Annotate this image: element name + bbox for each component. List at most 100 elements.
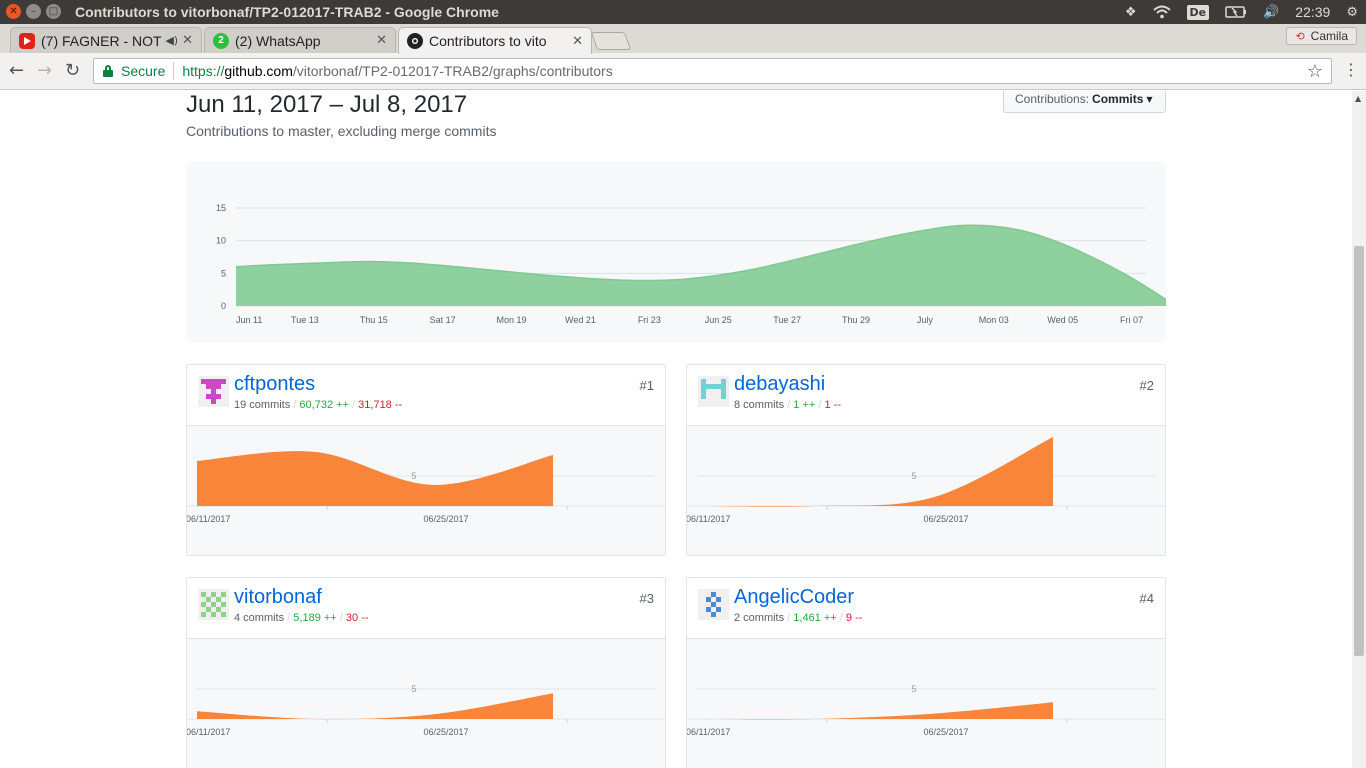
x-tick-label: Mon 03 [979, 315, 1009, 325]
window-maximize-button[interactable]: □ [46, 4, 61, 19]
identicon-cell [206, 607, 211, 612]
clock[interactable]: 22:39 [1295, 4, 1330, 20]
avatar[interactable] [698, 376, 729, 407]
back-arrow-icon[interactable]: ← [9, 59, 24, 83]
volume-icon[interactable]: 🔊 [1263, 5, 1279, 20]
wifi-icon[interactable] [1152, 5, 1171, 19]
forward-arrow-icon[interactable]: → [37, 59, 52, 83]
x-tick-label: 06/25/2017 [423, 727, 468, 737]
x-tick-label: Tue 27 [773, 315, 801, 325]
x-tick-label: 06/11/2017 [687, 514, 730, 524]
x-tick-label: Mon 19 [497, 315, 527, 325]
lock-icon [103, 65, 113, 77]
x-tick-label: Sat 17 [430, 315, 456, 325]
contributor-graph-svg: 5 06/11/2017 06/25/2017 [687, 437, 1165, 524]
settings-gear-icon[interactable]: ⚙ [1346, 5, 1358, 20]
identicon-cell [206, 394, 211, 399]
contributor-card-header: AngelicCoder 2 commits / 1,461 ++ / 9 --… [687, 578, 1165, 639]
commit-count[interactable]: 19 commits [234, 399, 290, 411]
avatar[interactable] [698, 589, 729, 620]
additions-count: 5,189 ++ [293, 612, 337, 624]
url-host: github.com [224, 63, 293, 79]
security-indicator[interactable]: Secure [121, 63, 165, 79]
commits-area [236, 225, 1166, 306]
identicon-cell [216, 394, 221, 399]
x-tick-label: Thu 15 [360, 315, 388, 325]
page-scrollbar[interactable]: ▲ [1352, 91, 1366, 768]
tab-close-icon[interactable]: ✕ [182, 33, 193, 48]
address-bar[interactable]: Secure https://github.com/vitorbonaf/TP2… [93, 58, 1332, 84]
commit-count[interactable]: 4 commits [234, 612, 284, 624]
speaker-icon[interactable]: ◀) [165, 34, 178, 47]
identicon [706, 592, 721, 617]
identicon [701, 379, 726, 399]
url-scheme: https:// [182, 63, 225, 79]
contributor-rank: #3 [639, 591, 654, 606]
identicon-cell [211, 389, 216, 394]
profile-button[interactable]: ⟲ Camila [1286, 27, 1357, 45]
identicon-cell [711, 384, 716, 389]
identicon-cell [721, 394, 726, 399]
identicon-cell [711, 602, 716, 607]
chrome-menu-icon[interactable]: ⋮ [1343, 60, 1359, 79]
keyboard-layout-indicator[interactable]: De [1186, 4, 1210, 20]
y-tick-label: 5 [221, 268, 226, 278]
tab-close-icon[interactable]: ✕ [572, 34, 583, 49]
window-minimize-button[interactable]: – [26, 4, 41, 19]
identicon-cell [211, 379, 216, 384]
tab-whatsapp[interactable]: 2 (2) WhatsApp ✕ [204, 27, 396, 53]
tab-close-icon[interactable]: ✕ [376, 33, 387, 48]
tab-youtube[interactable]: (7) FAGNER - NOT ◀) ✕ [10, 27, 202, 53]
deletions-count: 31,718 -- [358, 399, 403, 411]
x-tick-label: 06/11/2017 [687, 727, 730, 737]
avatar[interactable] [198, 376, 229, 407]
contributor-commits-area [197, 451, 553, 506]
contributor-name-link[interactable]: debayashi [734, 373, 825, 396]
contributor-commits-area [197, 693, 553, 720]
os-top-bar: ✕ – □ Contributors to vitorbonaf/TP2-012… [0, 0, 1366, 24]
contributor-graph: 5 06/11/2017 06/25/2017 [687, 426, 1165, 555]
scrollbar-thumb[interactable] [1354, 246, 1364, 656]
system-tray: ❖ De 🔊 22:39 ⚙ [1117, 0, 1366, 24]
additions-count: 60,732 ++ [299, 399, 349, 411]
main-graph-svg: 0 5 10 15 Jun 11 Tue 13 Thu 15 Sat 17 Mon 19 Wed … [216, 203, 1166, 325]
contributions-subtitle: Contributions to master, excluding merge… [186, 123, 497, 139]
identicon-cell [211, 384, 216, 389]
avatar[interactable] [198, 589, 229, 620]
commit-count[interactable]: 8 commits [734, 399, 784, 411]
y-tick-label: 10 [216, 236, 226, 246]
tab-github-contributors[interactable]: Contributors to vito ✕ [398, 27, 592, 54]
identicon-cell [716, 597, 721, 602]
contributor-name-link[interactable]: cftpontes [234, 373, 315, 396]
contributor-graph-svg: 5 06/11/2017 06/25/2017 [687, 684, 1165, 737]
contributor-rank: #2 [1139, 378, 1154, 393]
contributions-type-select[interactable]: Contributions: Commits ▼ [1003, 91, 1166, 113]
date-range-heading: Jun 11, 2017 – Jul 8, 2017 [186, 91, 468, 118]
bookmark-star-icon[interactable]: ☆ [1307, 61, 1323, 82]
main-contributions-graph: 0 5 10 15 Jun 11 Tue 13 Thu 15 Sat 17 Mon 19 Wed … [186, 162, 1166, 342]
identicon-cell [721, 384, 726, 389]
contributor-stats: 2 commits / 1,461 ++ / 9 -- [734, 612, 863, 624]
new-tab-button[interactable] [590, 32, 632, 50]
contributor-card-header: debayashi 8 commits / 1 ++ / 1 -- #2 [687, 365, 1165, 426]
contributor-name-link[interactable]: AngelicCoder [734, 586, 854, 609]
identicon-cell [206, 379, 211, 384]
identicon-cell [721, 379, 726, 384]
reload-icon[interactable]: ↻ [65, 59, 80, 83]
identicon-cell [706, 607, 711, 612]
identicon-cell [701, 379, 706, 384]
youtube-icon [19, 32, 35, 49]
battery-icon[interactable] [1225, 6, 1247, 18]
whatsapp-icon: 2 [213, 32, 229, 49]
scroll-up-arrow-icon[interactable]: ▲ [1355, 94, 1361, 103]
window-close-button[interactable]: ✕ [6, 4, 21, 19]
identicon-cell [706, 384, 711, 389]
identicon-cell [211, 602, 216, 607]
commit-count[interactable]: 2 commits [734, 612, 784, 624]
dropbox-icon[interactable]: ❖ [1125, 5, 1137, 20]
contributor-stats: 4 commits / 5,189 ++ / 30 -- [234, 612, 369, 624]
deletions-count: 9 -- [845, 612, 863, 624]
identicon-cell [711, 612, 716, 617]
x-tick-label: 06/25/2017 [923, 514, 968, 524]
contributor-name-link[interactable]: vitorbonaf [234, 586, 322, 609]
